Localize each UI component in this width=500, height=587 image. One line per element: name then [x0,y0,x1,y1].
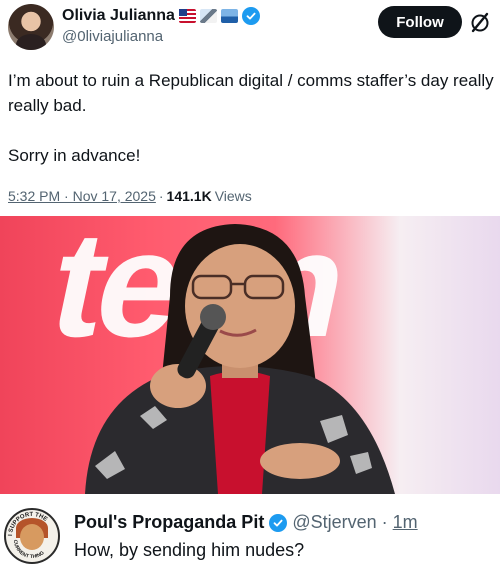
verified-badge-icon [269,513,288,532]
tweet-photo[interactable]: teen [0,216,500,494]
views-label: Views [214,188,252,204]
tweet-timestamp[interactable]: 5:32 PM · Nov 17, 2025 [8,188,156,204]
reply-display-name[interactable]: Poul's Propaganda Pit [74,512,264,533]
x-logo-icon[interactable] [468,10,492,34]
meta-separator: · [158,188,164,204]
follow-button[interactable]: Follow [378,6,462,38]
reply-handle[interactable]: @Stjerven [292,512,376,533]
reply-name-row: Poul's Propaganda Pit @Stjerven · 1m [74,512,418,533]
avatar-ring-text: I SUPPORT THE CURRENT THING [8,512,48,561]
reply-timestamp[interactable]: 1m [393,512,418,533]
svg-text:CURRENT THING: CURRENT THING [12,540,46,561]
tweet-meta: 5:32 PM · Nov 17, 2025 · 141.1K Views [8,188,252,204]
reply-author-avatar[interactable]: I SUPPORT THE CURRENT THING [4,508,60,564]
views-count: 141.1K [166,188,212,204]
author-display-name[interactable]: Olivia Julianna [62,7,175,25]
author-name-row: Olivia Julianna [62,6,260,26]
svg-text:I SUPPORT THE: I SUPPORT THE [8,512,48,536]
reply-tweet[interactable]: I SUPPORT THE CURRENT THING Poul's Propa… [0,496,500,587]
author-avatar[interactable] [8,4,54,50]
verified-badge-icon [241,7,260,25]
tweet-header: Olivia Julianna @0liviajulianna Follow [0,0,500,56]
photo-illustration: teen [38,216,395,494]
reply-separator: · [381,512,388,532]
tweet-text: I’m about to ruin a Republican digital /… [8,71,494,165]
mountain-icon [199,9,217,23]
reply-text: How, by sending him nudes? [74,540,305,560]
author-handle[interactable]: @0liviajulianna [62,28,163,45]
us-flag-icon [178,9,196,23]
ballot-box-icon [220,9,238,23]
